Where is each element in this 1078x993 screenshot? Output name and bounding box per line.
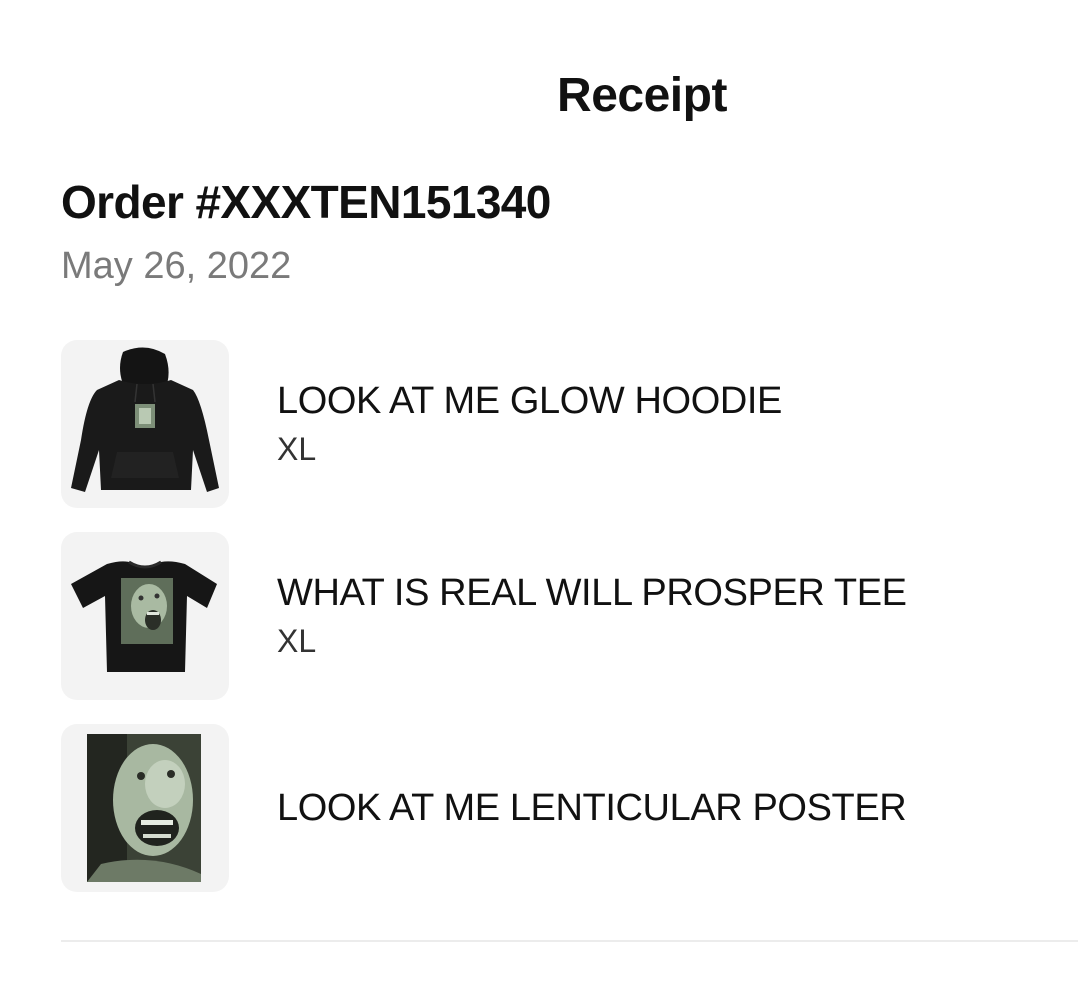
poster-product-image	[61, 724, 229, 892]
list-item[interactable]: LOOK AT ME GLOW HOODIE XL	[61, 340, 1078, 508]
item-name: LOOK AT ME LENTICULAR POSTER	[277, 787, 907, 829]
receipt-title: Receipt	[557, 69, 727, 122]
item-variant: XL	[277, 431, 317, 467]
order-items-list: LOOK AT ME GLOW HOODIE XL WHAT IS REAL W…	[61, 340, 1078, 916]
item-name: WHAT IS REAL WILL PROSPER TEE	[277, 572, 907, 614]
item-name: LOOK AT ME GLOW HOODIE	[277, 380, 782, 422]
list-item[interactable]: LOOK AT ME LENTICULAR POSTER	[61, 724, 1078, 892]
item-variant: XL	[277, 623, 317, 659]
order-number: Order #XXXTEN151340	[61, 176, 551, 228]
hoodie-product-image	[61, 340, 229, 508]
divider	[61, 940, 1078, 942]
tee-product-image	[61, 532, 229, 700]
list-item[interactable]: WHAT IS REAL WILL PROSPER TEE XL	[61, 532, 1078, 700]
order-date: May 26, 2022	[61, 245, 292, 287]
